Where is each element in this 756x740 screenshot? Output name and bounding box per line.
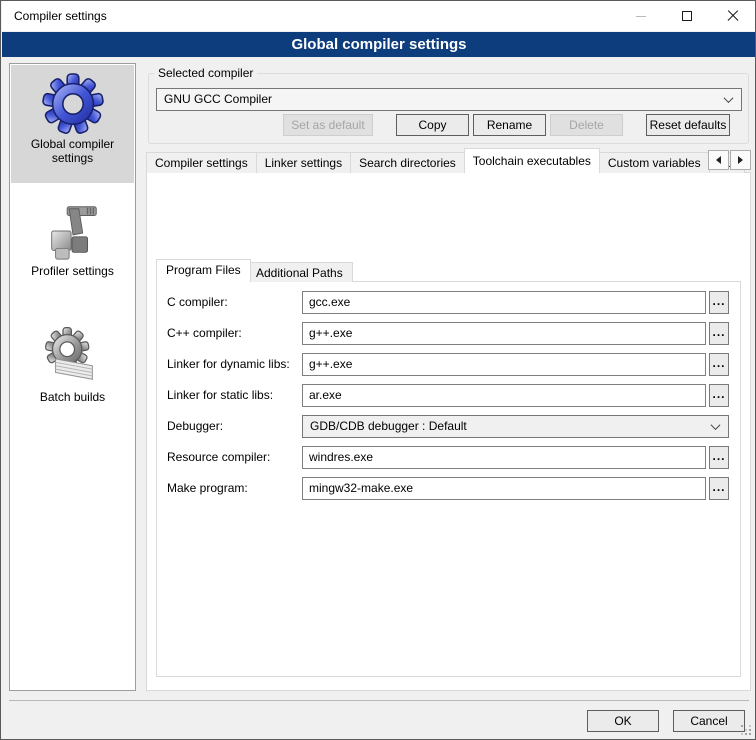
chevron-down-icon [711,420,721,430]
make-program-value: mingw32-make.exe [309,481,413,495]
resource-compiler-value: windres.exe [309,450,373,464]
cpp-compiler-value: g++.exe [309,326,352,340]
tab-custom-variables[interactable]: Custom variables [599,152,710,173]
resize-grip[interactable] [741,725,751,735]
dynamic-linker-input[interactable]: g++.exe [302,353,706,376]
dynamic-linker-value: g++.exe [309,357,352,371]
maximize-icon [682,11,692,21]
cancel-button[interactable]: Cancel [673,710,745,732]
make-program-input[interactable]: mingw32-make.exe [302,477,706,500]
c-compiler-value: gcc.exe [309,295,350,309]
maximize-button[interactable] [664,1,710,31]
debugger-value: GDB/CDB debugger : Default [310,419,467,433]
tab-additional-paths[interactable]: Additional Paths [246,262,353,282]
resource-compiler-input[interactable]: windres.exe [302,446,706,469]
dynamic-linker-label: Linker for dynamic libs: [167,353,290,376]
sidebar-item-profiler-settings[interactable]: Profiler settings [11,192,134,292]
sidebar-item-batch-builds[interactable]: Batch builds [11,318,134,418]
copy-button[interactable]: Copy [396,114,469,136]
make-program-label: Make program: [167,477,248,500]
resource-compiler-browse-button[interactable]: ... [709,446,729,469]
debugger-combobox[interactable]: GDB/CDB debugger : Default [302,415,729,438]
dynamic-linker-browse-button[interactable]: ... [709,353,729,376]
close-button[interactable] [710,1,756,31]
ok-button[interactable]: OK [587,710,659,732]
footer-divider [9,700,749,701]
delete-button[interactable]: Delete [550,114,623,136]
tab-linker-settings[interactable]: Linker settings [256,152,351,173]
set-as-default-button[interactable]: Set as default [283,114,373,136]
close-icon [727,10,739,22]
tab-search-directories[interactable]: Search directories [350,152,465,173]
static-linker-value: ar.exe [309,388,342,402]
window-title: Compiler settings [14,9,107,23]
compiler-tabs: Compiler settings Linker settings Search… [146,147,751,173]
minimize-icon [636,16,646,17]
compiler-settings-dialog: Compiler settings Global compiler settin… [0,0,756,740]
selected-compiler-value: GNU GCC Compiler [164,92,272,106]
page-title: Global compiler settings [2,32,756,57]
static-linker-input[interactable]: ar.exe [302,384,706,407]
c-compiler-label: C compiler: [167,291,228,314]
reset-defaults-button[interactable]: Reset defaults [646,114,730,136]
tab-toolchain-executables[interactable]: Toolchain executables [464,148,600,173]
static-linker-label: Linker for static libs: [167,384,273,407]
minimize-button[interactable] [618,1,664,31]
static-linker-browse-button[interactable]: ... [709,384,729,407]
gray-gear-stack-icon [42,326,104,388]
program-files-page: C compiler: gcc.exe ... C++ compiler: g+… [156,281,741,677]
c-compiler-input[interactable]: gcc.exe [302,291,706,314]
blue-gear-icon [42,73,104,135]
arrow-right-icon [738,156,743,164]
settings-category-list: Global compiler settings Profiler settin… [9,63,136,691]
debugger-label: Debugger: [167,415,223,438]
cpp-compiler-browse-button[interactable]: ... [709,322,729,345]
tab-scroll-left-button[interactable] [708,150,729,170]
sidebar-item-label: Profiler settings [11,264,134,286]
sidebar-item-label: Batch builds [11,390,134,412]
chevron-down-icon [724,93,734,103]
c-compiler-browse-button[interactable]: ... [709,291,729,314]
titlebar: Compiler settings [2,1,756,31]
resource-compiler-label: Resource compiler: [167,446,270,469]
rename-button[interactable]: Rename [473,114,546,136]
cpp-compiler-input[interactable]: g++.exe [302,322,706,345]
sidebar-item-global-compiler-settings[interactable]: Global compiler settings [11,65,134,183]
tab-compiler-settings[interactable]: Compiler settings [146,152,257,173]
arrow-left-icon [716,156,721,164]
sidebar-item-label: Global compiler settings [11,137,134,173]
tab-program-files[interactable]: Program Files [156,259,251,282]
caliper-icon [42,200,104,262]
make-program-browse-button[interactable]: ... [709,477,729,500]
selected-compiler-group-label: Selected compiler [154,66,257,80]
cpp-compiler-label: C++ compiler: [167,322,242,345]
selected-compiler-combobox[interactable]: GNU GCC Compiler [156,88,742,111]
tab-scroll-right-button[interactable] [730,150,751,170]
